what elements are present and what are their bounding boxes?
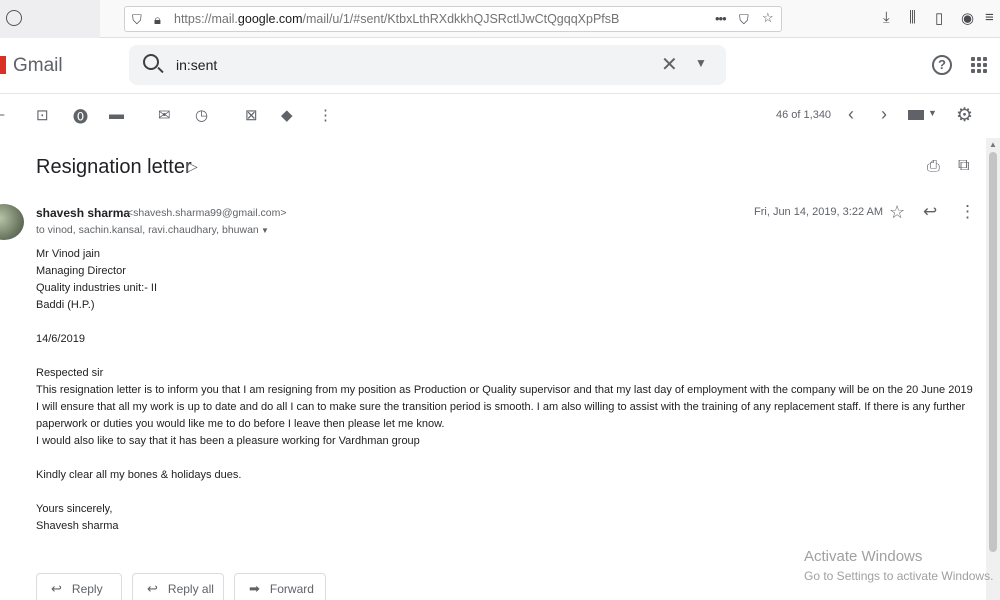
body-line: This resignation letter is to inform you… (36, 384, 973, 396)
print-icon[interactable]: ⎙ (927, 158, 940, 176)
pocket-icon[interactable]: ⛉ (739, 12, 749, 28)
search-icon[interactable] (143, 54, 159, 70)
gmail-logo-icon[interactable] (0, 56, 6, 74)
body-line: Quality industries unit:- II (36, 282, 158, 294)
older-icon[interactable]: › (881, 104, 887, 125)
body-line: Yours sincerely, (36, 503, 113, 515)
delete-icon[interactable]: ▬ (109, 106, 124, 123)
important-marker-icon[interactable]: ▷ (187, 158, 198, 175)
body-line: Shavesh sharma (36, 520, 119, 532)
search-options-icon[interactable]: ▼ (695, 56, 707, 70)
forward-button[interactable]: ➡ Forward (234, 573, 326, 600)
archive-icon[interactable]: ⊡ (36, 106, 49, 124)
mark-unread-icon[interactable]: ✉ (158, 106, 171, 124)
scrollbar[interactable]: ▲ (986, 138, 1000, 600)
body-line: Baddi (H.P.) (36, 299, 95, 311)
avatar[interactable] (0, 204, 24, 240)
gmail-logo[interactable]: Gmail (13, 55, 63, 77)
sidebar-icon[interactable]: ▯ (935, 9, 943, 27)
snooze-icon[interactable]: ◷ (195, 106, 208, 124)
search-bar[interactable]: in:sent ✕ ▼ (129, 45, 726, 85)
menu-icon[interactable]: ≡ (985, 9, 994, 26)
reply-arrow-icon: ↩ (51, 581, 62, 596)
sender-name: shavesh sharma (36, 206, 131, 220)
sender-email: <shavesh.sharma99@gmail.com> (127, 207, 287, 219)
gmail-header: Gmail in:sent ✕ ▼ ? (0, 38, 1000, 94)
scroll-up-icon[interactable]: ▲ (989, 140, 997, 149)
settings-gear-icon[interactable]: ⚙ (956, 104, 973, 127)
email-date: Fri, Jun 14, 2019, 3:22 AM (754, 206, 884, 218)
search-input[interactable]: in:sent (176, 57, 217, 73)
account-icon[interactable]: ◉ (961, 9, 974, 27)
body-line: Mr Vinod jain (36, 248, 100, 260)
move-to-icon[interactable]: ⊠ (245, 106, 258, 124)
scroll-thumb[interactable] (989, 152, 997, 552)
more-icon[interactable]: ⋮ (959, 202, 976, 222)
body-line: I will ensure that all my work is up to … (36, 401, 966, 413)
body-line: Respected sir (36, 367, 104, 379)
library-icon[interactable]: ⫼ (909, 9, 916, 26)
open-new-window-icon[interactable]: ⧉ (958, 157, 969, 175)
page-actions-icon[interactable]: ••• (715, 11, 727, 26)
report-spam-icon[interactable]: ⓿ (73, 106, 88, 127)
help-icon[interactable]: ? (932, 55, 952, 75)
address-bar[interactable]: ⛉ 🔒︎ https://mail.google.com/mail/u/1/#s… (124, 6, 782, 32)
tab-icon (6, 10, 22, 26)
keyboard-icon[interactable] (908, 110, 924, 120)
body-line: I would also like to say that it has bee… (36, 435, 420, 447)
reply-all-button[interactable]: ↩ Reply all (132, 573, 224, 600)
activate-windows-subtitle: Go to Settings to activate Windows. (804, 569, 994, 583)
star-icon[interactable]: ☆ (889, 202, 905, 223)
body-line: 14/6/2019 (36, 333, 85, 345)
downloads-icon[interactable]: ⤓ (883, 9, 890, 26)
email-body: Mr Vinod jain Managing Director Quality … (36, 246, 976, 535)
clear-search-icon[interactable]: ✕ (661, 52, 678, 77)
apps-grid-icon[interactable] (971, 57, 987, 73)
reply-icon[interactable]: ↩ (923, 202, 937, 222)
newer-icon[interactable]: ‹ (848, 104, 854, 125)
body-line: paperwork or duties you would like me to… (36, 418, 445, 430)
reply-all-arrow-icon: ↩ (147, 581, 158, 596)
reply-button[interactable]: ↩ Reply (36, 573, 122, 600)
recipients: to vinod, sachin.kansal, ravi.chaudhary,… (36, 224, 259, 236)
body-line: Managing Director (36, 265, 126, 277)
input-tools-caret-icon[interactable]: ▼ (928, 108, 937, 118)
browser-toolbar: ⛉ 🔒︎ https://mail.google.com/mail/u/1/#s… (0, 0, 1000, 38)
show-details-icon[interactable]: ▼ (261, 226, 269, 235)
back-icon[interactable]: – (0, 106, 4, 123)
bookmark-star-icon[interactable]: ☆ (762, 10, 774, 26)
forward-arrow-icon: ➡ (249, 581, 260, 596)
message-count: 46 of 1,340 (776, 109, 832, 121)
message-toolbar: – ⊡ ⓿ ▬ ✉ ◷ ⊠ ◆ ⋮ 46 of 1,340 ‹ › ▼ ⚙ (0, 94, 1000, 138)
shield-icon[interactable]: ⛉ (132, 12, 142, 28)
url-text[interactable]: https://mail.google.com/mail/u/1/#sent/K… (174, 12, 619, 26)
label-icon[interactable]: ◆ (281, 106, 293, 124)
browser-tab[interactable] (0, 0, 100, 38)
activate-windows-title: Activate Windows (804, 548, 923, 565)
lock-icon[interactable]: 🔒︎ (154, 12, 161, 28)
body-line: Kindly clear all my bones & holidays due… (36, 469, 242, 481)
more-options-icon[interactable]: ⋮ (318, 106, 333, 124)
email-subject: Resignation letter (36, 156, 192, 178)
